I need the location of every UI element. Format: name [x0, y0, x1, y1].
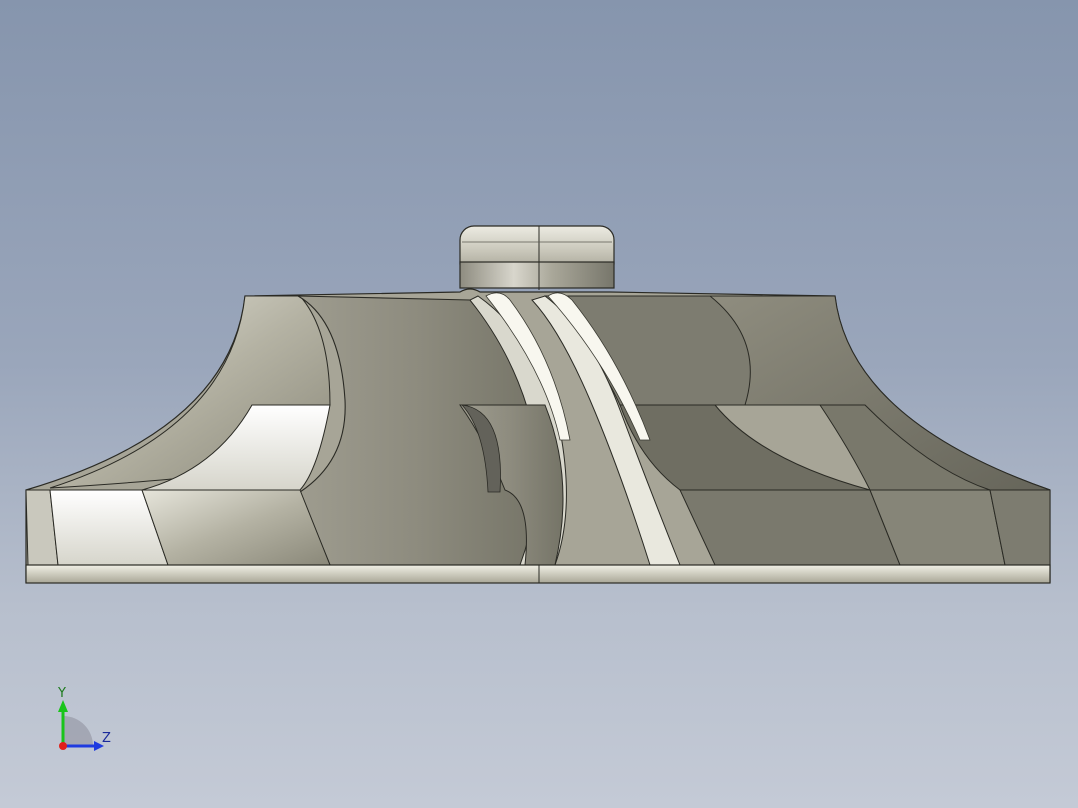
graphics-viewport[interactable]: Y Z [0, 0, 1078, 808]
triad-y-label: Y [58, 686, 66, 701]
coordinate-triad [58, 700, 104, 751]
triad-z-label: Z [102, 731, 111, 746]
